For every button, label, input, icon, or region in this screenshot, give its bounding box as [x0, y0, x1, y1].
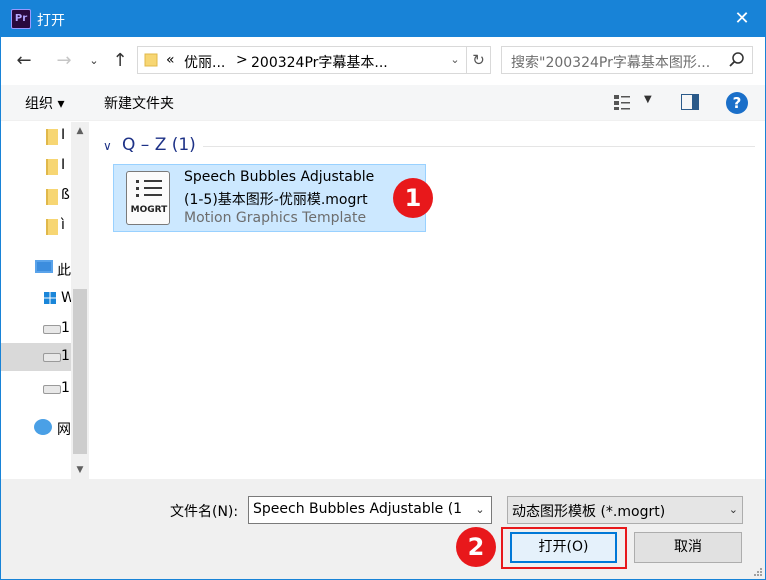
address-overflow[interactable]: «: [166, 52, 175, 68]
list-line: [144, 180, 162, 182]
filename-value[interactable]: Speech Bubbles Adjustable (1: [253, 501, 465, 517]
address-bar[interactable]: « 优丽... > 200324Pr字幕基本... ⌄ ↻: [137, 46, 491, 74]
collapse-chevron-icon[interactable]: ∨: [103, 139, 112, 153]
mogrt-file-icon: MOGRT: [126, 171, 170, 225]
nav-drive-item[interactable]: W: [1, 285, 73, 313]
file-name-line1: Speech Bubbles Adjustable: [184, 169, 375, 185]
dialog-footer: 文件名(N): Speech Bubbles Adjustable (1 ⌄ 动…: [1, 479, 765, 579]
nav-drive-item[interactable]: 1: [1, 315, 71, 343]
chevron-down-icon: ⌄: [450, 53, 460, 66]
chevron-down-icon[interactable]: ⌄: [469, 497, 491, 523]
scroll-down-icon[interactable]: ▼: [71, 461, 89, 479]
arrow-left-icon: ←: [16, 50, 32, 71]
list-line: [144, 187, 162, 189]
forward-button[interactable]: →: [51, 47, 77, 75]
address-segment-current[interactable]: 200324Pr字幕基本...: [251, 52, 388, 72]
drive-icon: [43, 385, 61, 394]
recent-locations-button[interactable]: ⌄: [85, 47, 103, 75]
windows-drive-icon: [44, 292, 56, 304]
nav-item-network[interactable]: 网: [1, 414, 71, 442]
new-folder-button[interactable]: 新建文件夹: [104, 93, 174, 113]
preview-pane-icon[interactable]: [681, 94, 699, 110]
navpane-scrollbar[interactable]: ▲ ▼: [71, 122, 89, 479]
arrow-up-icon: ↑: [112, 50, 128, 71]
file-item-selected[interactable]: MOGRT Speech Bubbles Adjustable (1-5)基本图…: [113, 164, 426, 232]
folder-icon: [46, 159, 58, 175]
refresh-icon: ↻: [472, 51, 485, 69]
list-bullet: [136, 187, 139, 190]
open-file-dialog: Pr 打开 ✕ ← → ⌄ ↑ « 优丽... > 200324Pr字幕基本..…: [0, 0, 766, 580]
file-icon-label: MOGRT: [130, 205, 168, 215]
file-type-label: Motion Graphics Template: [184, 210, 367, 226]
filename-input[interactable]: Speech Bubbles Adjustable (1 ⌄: [248, 496, 492, 524]
group-header[interactable]: Q – Z (1): [122, 135, 196, 155]
open-button[interactable]: 打开(O): [510, 532, 617, 563]
resize-grip-icon[interactable]: [753, 567, 763, 577]
premiere-app-icon: Pr: [11, 9, 31, 29]
scrollbar-thumb[interactable]: [73, 289, 87, 454]
drive-icon: [43, 353, 61, 362]
nav-folder-item[interactable]: ì: [1, 212, 71, 240]
title-bar: Pr 打开 ✕: [1, 1, 765, 37]
chevron-down-icon: ⌄: [89, 54, 99, 67]
step-badge-1: 1: [393, 178, 433, 218]
nav-folder-item[interactable]: I: [1, 152, 71, 180]
file-list: ∨ Q – Z (1) MOGRT Speech Bubbles Adjusta…: [91, 122, 765, 479]
nav-folder-item[interactable]: I: [1, 122, 71, 150]
search-placeholder: 搜索"200324Pr字幕基本图形...: [511, 55, 711, 71]
filename-label: 文件名(N):: [170, 504, 239, 520]
scroll-up-icon[interactable]: ▲: [71, 122, 89, 140]
chevron-down-icon: ⌄: [728, 503, 738, 516]
list-bullet: [136, 194, 139, 197]
address-segment-parent[interactable]: 优丽...: [184, 52, 225, 72]
command-bar: 组织 ▾ 新建文件夹 ▼ ?: [1, 85, 765, 121]
nav-item-label: 网: [57, 422, 71, 438]
filetype-value: 动态图形模板 (*.mogrt): [512, 504, 666, 520]
step-badge-2: 2: [456, 527, 496, 567]
folder-icon: [46, 129, 58, 145]
up-button[interactable]: ↑: [107, 47, 133, 75]
cancel-button[interactable]: 取消: [634, 532, 742, 563]
help-icon[interactable]: ?: [726, 92, 748, 114]
list-bullet: [136, 180, 139, 183]
list-line: [144, 194, 162, 196]
folder-icon: [46, 219, 58, 235]
folder-icon: [46, 189, 58, 205]
nav-folder-item[interactable]: ß: [1, 182, 71, 210]
organize-button[interactable]: 组织 ▾: [25, 93, 64, 113]
drive-icon: [43, 325, 61, 334]
search-input[interactable]: 搜索"200324Pr字幕基本图形...: [501, 46, 753, 74]
nav-drive-item[interactable]: 1: [1, 375, 71, 403]
search-icon[interactable]: [728, 51, 746, 69]
folder-icon: [144, 53, 158, 67]
nav-drive-item-selected[interactable]: 1: [1, 343, 71, 371]
back-button[interactable]: ←: [11, 47, 37, 75]
address-dropdown-button[interactable]: ⌄: [444, 47, 466, 73]
nav-item-label: 此: [57, 263, 71, 279]
computer-icon: [35, 260, 53, 273]
network-icon: [34, 419, 52, 435]
arrow-right-icon: →: [56, 50, 72, 71]
group-divider: [203, 146, 755, 147]
navigation-bar: ← → ⌄ ↑ « 优丽... > 200324Pr字幕基本... ⌄ ↻ 搜索…: [1, 37, 765, 85]
file-name-line2: (1-5)基本图形-优丽模.mogrt: [184, 192, 368, 208]
address-separator[interactable]: >: [236, 52, 248, 68]
close-icon[interactable]: ✕: [719, 1, 765, 37]
filetype-select[interactable]: 动态图形模板 (*.mogrt) ⌄: [507, 496, 743, 524]
nav-item-this-pc[interactable]: 此: [1, 255, 71, 283]
change-view-icon[interactable]: [613, 93, 631, 111]
view-options-chevron-icon[interactable]: ▼: [644, 94, 652, 105]
window-title: 打开: [37, 13, 65, 29]
refresh-button[interactable]: ↻: [466, 47, 490, 73]
